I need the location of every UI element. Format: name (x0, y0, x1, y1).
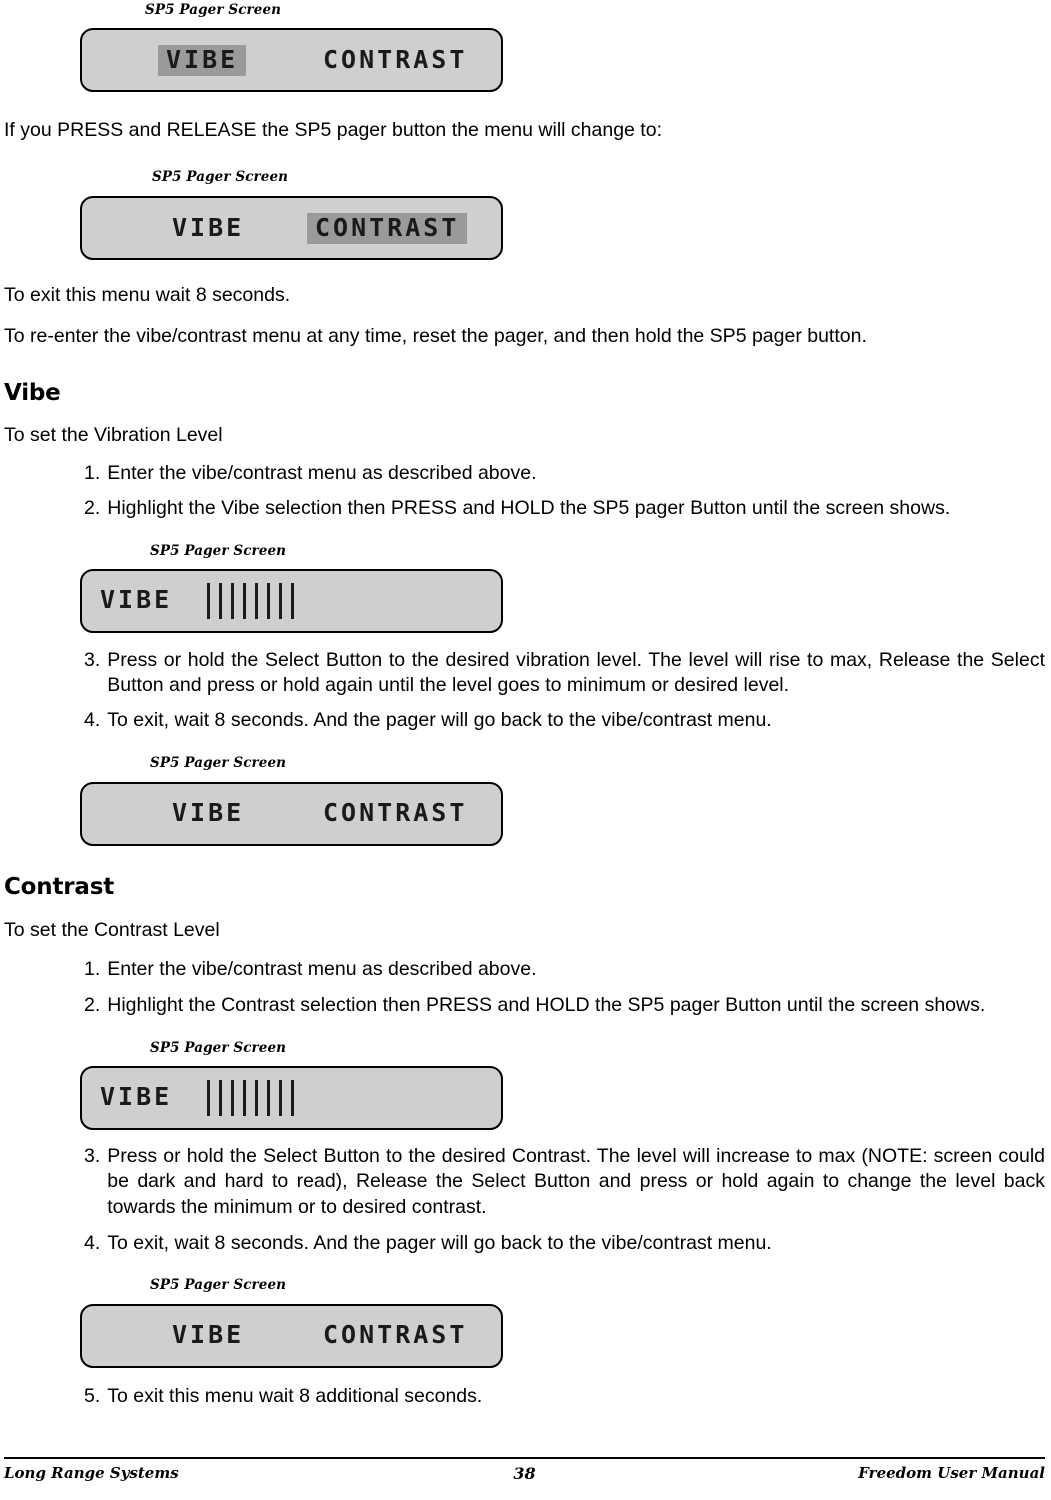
lcd-label-vibe: VIBE (100, 1082, 173, 1112)
gauge-bar (291, 1079, 294, 1116)
list-item-text: To exit, wait 8 seconds. And the pager w… (107, 709, 772, 732)
vibe-intro: To set the Vibration Level (4, 423, 223, 446)
gauge-bar (243, 1079, 246, 1116)
list-item-number: 5. (84, 1384, 101, 1407)
list-item-text: Enter the vibe/contrast menu as describe… (107, 462, 537, 485)
list-item: 1. Enter the vibe/contrast menu as descr… (84, 461, 1045, 487)
paragraph-reenter: To re-enter the vibe/contrast menu at an… (4, 324, 867, 347)
list-item: 4. To exit, wait 8 seconds. And the page… (84, 1231, 1045, 1257)
gauge-bar (219, 582, 222, 619)
gauge-bar (255, 582, 258, 619)
lcd-label-contrast: CONTRAST (323, 1320, 468, 1350)
lcd-label-contrast: CONTRAST (323, 798, 468, 828)
list-item-text: Press or hold the Select Button to the d… (107, 1144, 1045, 1219)
gauge-bar (279, 582, 282, 619)
footer-manual-title: Freedom User Manual (858, 1464, 1045, 1482)
pager-screen-contrast-highlighted: VIBE CONTRAST (80, 196, 503, 261)
list-item-text: Enter the vibe/contrast menu as describe… (107, 958, 537, 981)
list-item-number: 4. (84, 709, 101, 732)
pager-screen-menu: VIBE CONTRAST (80, 1303, 503, 1368)
paragraph-exit-wait: To exit this menu wait 8 seconds. (4, 284, 291, 307)
list-item: 5. To exit this menu wait 8 additional s… (84, 1384, 1045, 1410)
manual-page: SP5 Pager Screen VIBE CONTRAST If you PR… (0, 2, 1051, 1500)
list-item-text: To exit, wait 8 seconds. And the pager w… (107, 1231, 772, 1254)
lcd-label-vibe: VIBE (172, 798, 245, 828)
gauge-bar (219, 1079, 222, 1116)
gauge-bar (291, 582, 294, 619)
gauge-bar (267, 582, 270, 619)
pager-screen-vibe-highlighted: VIBE CONTRAST (80, 28, 503, 92)
pager-screen-caption: SP5 Pager Screen (145, 2, 282, 18)
list-item-number: 3. (84, 648, 101, 671)
section-heading-vibe: Vibe (4, 379, 61, 406)
gauge-bar (231, 1079, 234, 1116)
contrast-intro: To set the Contrast Level (4, 918, 220, 941)
footer-company: Long Range Systems (4, 1464, 179, 1482)
pager-screen-contrast-level: VIBE (80, 1065, 503, 1130)
pager-screen-caption: SP5 Pager Screen (152, 169, 289, 186)
list-item: 3. Press or hold the Select Button to th… (84, 1144, 1045, 1221)
gauge-bar (231, 582, 234, 619)
pager-screen-vibe-level: VIBE (80, 568, 503, 633)
contrast-level-gauge (207, 1079, 294, 1116)
pager-screen-caption: SP5 Pager Screen (150, 1039, 287, 1056)
list-item: 3. Press or hold the Select Button to th… (84, 648, 1045, 699)
list-item-text: Press or hold the Select Button to the d… (107, 648, 1045, 697)
list-item: 4. To exit, wait 8 seconds. And the page… (84, 708, 1045, 734)
lcd-label-vibe: VIBE (172, 1320, 245, 1350)
list-item: 2. Highlight the Contrast selection then… (84, 993, 1045, 1019)
gauge-bar (279, 1079, 282, 1116)
list-item: 2. Highlight the Vibe selection then PRE… (84, 496, 1045, 522)
pager-screen-caption: SP5 Pager Screen (150, 542, 287, 559)
gauge-bar (243, 582, 246, 619)
gauge-bar (267, 1079, 270, 1116)
lcd-label-vibe: VIBE (158, 44, 247, 76)
lcd-label-contrast: CONTRAST (307, 212, 468, 244)
pager-screen-menu: VIBE CONTRAST (80, 781, 503, 846)
list-item-number: 1. (84, 462, 101, 485)
page-content: SP5 Pager Screen VIBE CONTRAST If you PR… (0, 2, 1051, 1409)
paragraph-press-release: If you PRESS and RELEASE the SP5 pager b… (4, 119, 662, 141)
section-heading-contrast: Contrast (4, 873, 114, 900)
list-item-number: 4. (84, 1231, 101, 1254)
vibration-level-gauge (207, 582, 294, 619)
list-item-text: Highlight the Vibe selection then PRESS … (107, 496, 951, 519)
lcd-label-contrast: CONTRAST (323, 44, 468, 74)
lcd-label-vibe: VIBE (100, 585, 173, 615)
list-item-number: 1. (84, 958, 101, 981)
pager-screen-caption: SP5 Pager Screen (150, 1276, 287, 1293)
footer-page-number: 38 (513, 1463, 536, 1483)
lcd-label-vibe: VIBE (172, 212, 245, 242)
gauge-bar (255, 1079, 258, 1116)
list-item: 1. Enter the vibe/contrast menu as descr… (84, 957, 1045, 983)
gauge-bar (207, 582, 210, 619)
list-item-text: Highlight the Contrast selection then PR… (107, 993, 986, 1016)
list-item-text: To exit this menu wait 8 additional seco… (107, 1384, 483, 1407)
list-item-number: 2. (84, 993, 101, 1016)
list-item-number: 3. (84, 1144, 101, 1167)
list-item-number: 2. (84, 496, 101, 519)
pager-screen-caption: SP5 Pager Screen (150, 754, 287, 771)
gauge-bar (207, 1079, 210, 1116)
page-footer: Long Range Systems 38 Freedom User Manua… (4, 1457, 1045, 1483)
